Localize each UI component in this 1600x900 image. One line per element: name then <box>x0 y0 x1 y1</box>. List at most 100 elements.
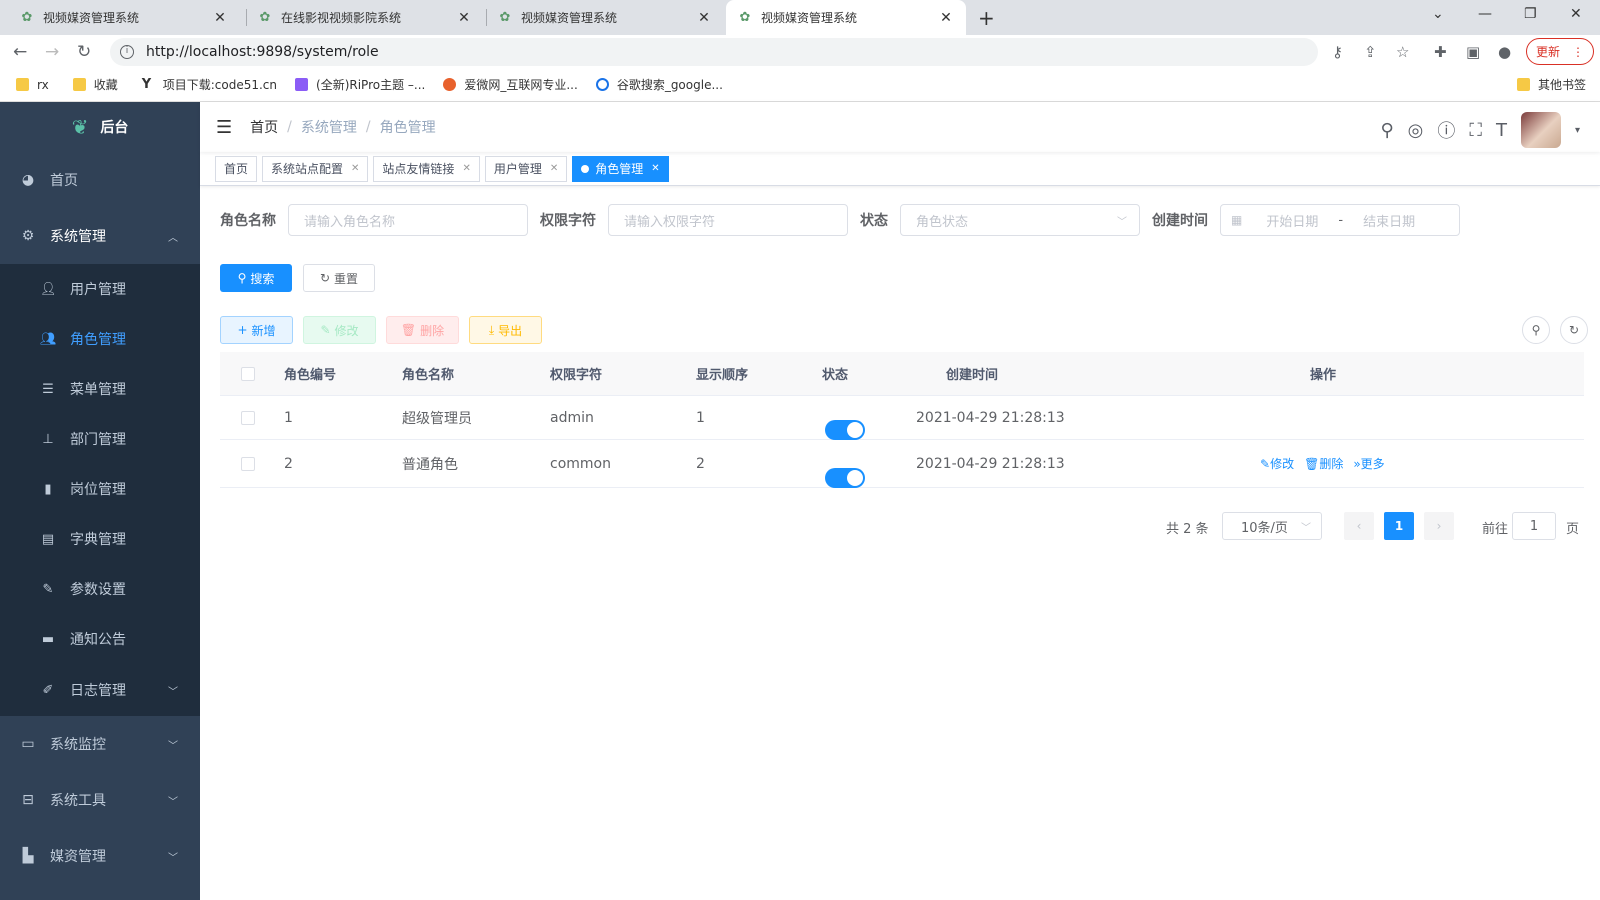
row-delete-link[interactable]: 🗑︎删除 <box>1304 455 1343 472</box>
status-switch[interactable] <box>825 467 865 488</box>
window-close-icon[interactable]: ✕ <box>1570 6 1582 22</box>
star-icon[interactable]: ☆ <box>1396 43 1409 61</box>
sidepanel-icon[interactable]: ▣ <box>1466 43 1480 61</box>
sidebar-item-config[interactable]: ✎ 参数设置 <box>0 564 200 614</box>
close-icon[interactable]: ✕ <box>938 10 954 26</box>
tab-search-icon[interactable]: ⌄ <box>1432 6 1444 22</box>
start-date-placeholder[interactable]: 开始日期 <box>1266 211 1318 230</box>
sidebar-item-menus[interactable]: ☰ 菜单管理 <box>0 364 200 414</box>
github-icon[interactable]: ◎ <box>1408 120 1424 141</box>
url-field[interactable]: i http://localhost:9898/system/role <box>110 38 1318 66</box>
forward-icon[interactable]: → <box>45 42 59 62</box>
browser-tab-active[interactable]: ✿ 视频媒资管理系统 ✕ <box>726 0 966 35</box>
prev-page-button[interactable]: ‹ <box>1344 512 1374 540</box>
caret-down-icon[interactable]: ▾ <box>1575 125 1580 136</box>
perm-input[interactable]: 请输入权限字符 <box>608 204 848 236</box>
update-button[interactable]: 更新 ⋮ <box>1526 38 1594 65</box>
row-more-link[interactable]: »更多 <box>1353 455 1384 472</box>
browser-tab[interactable]: ✿ 在线影视视频影院系统 ✕ <box>246 0 484 35</box>
chevron-down-icon: ﹀ <box>1301 522 1311 534</box>
close-icon[interactable]: ✕ <box>212 10 228 26</box>
minimize-icon[interactable]: — <box>1478 6 1492 22</box>
add-button[interactable]: + 新增 <box>220 316 293 344</box>
row-edit-link[interactable]: ✎修改 <box>1260 455 1294 472</box>
next-page-button[interactable]: › <box>1424 512 1454 540</box>
restore-icon[interactable]: ❐ <box>1524 6 1537 22</box>
edit-button[interactable]: ✎ 修改 <box>303 316 376 344</box>
sidebar-item-monitor[interactable]: ▭ 系统监控 ﹀ <box>0 716 200 772</box>
sidebar-item-notice[interactable]: ▬ 通知公告 <box>0 614 200 664</box>
close-icon[interactable]: ✕ <box>462 163 470 174</box>
tag-site-config[interactable]: 系统站点配置 ✕ <box>262 155 369 182</box>
key-icon[interactable]: ⚷ <box>1332 43 1343 61</box>
hamburger-icon[interactable]: ☰ <box>216 117 232 138</box>
status-switch[interactable] <box>825 419 865 440</box>
browser-tab-title: 在线影视视频影院系统 <box>281 11 402 25</box>
status-select[interactable]: 角色状态 ﹀ <box>900 204 1140 236</box>
select-all-checkbox[interactable] <box>241 367 255 381</box>
tag-site-links[interactable]: 站点友情链接 ✕ <box>373 155 480 182</box>
date-range-picker[interactable]: ▦ 开始日期 - 结束日期 <box>1220 204 1460 236</box>
bookmark-item[interactable]: 爱微网_互联网专业... <box>443 76 578 93</box>
search-icon[interactable]: ⚲ <box>1380 120 1393 141</box>
sidebar-item-media[interactable]: ▙ 媒资管理 ﹀ <box>0 828 200 884</box>
delete-button[interactable]: 🗑︎ 删除 <box>386 316 459 344</box>
close-icon[interactable]: ✕ <box>351 163 359 174</box>
profile-icon[interactable]: ● <box>1498 43 1511 61</box>
column-header: 权限字符 <box>550 368 603 383</box>
new-tab-icon[interactable]: + <box>978 6 995 30</box>
tag-users[interactable]: 用户管理 ✕ <box>484 155 568 182</box>
close-icon[interactable]: ✕ <box>550 163 558 174</box>
role-name-input[interactable]: 请输入角色名称 <box>288 204 528 236</box>
avatar[interactable] <box>1520 112 1561 148</box>
bookmark-item[interactable]: (全新)RiPro主题 –... <box>295 76 425 93</box>
fullscreen-icon[interactable]: ⛶ <box>1469 120 1482 141</box>
reset-button[interactable]: ↻ 重置 <box>303 264 375 292</box>
sidebar-item-posts[interactable]: ▮ 岗位管理 <box>0 464 200 514</box>
back-icon[interactable]: ← <box>13 42 27 62</box>
share-icon[interactable]: ⇪ <box>1364 43 1377 61</box>
end-date-placeholder[interactable]: 结束日期 <box>1363 211 1415 230</box>
logo-title: 后台 <box>100 120 129 136</box>
sidebar-item-users[interactable]: 👤︎ 用户管理 <box>0 264 200 314</box>
bookmark-item[interactable]: rx <box>16 78 49 92</box>
tag-home[interactable]: 首页 <box>215 155 258 182</box>
row-checkbox[interactable] <box>241 457 255 471</box>
page-number-current[interactable]: 1 <box>1384 512 1414 540</box>
browser-tab[interactable]: ✿ 视频媒资管理系统 ✕ <box>8 0 240 35</box>
page-size-select[interactable]: 10条/页 ﹀ <box>1222 512 1322 540</box>
sidebar-item-tools[interactable]: ⊟ 系统工具 ﹀ <box>0 772 200 828</box>
bookmark-item[interactable]: 收藏 <box>72 76 118 93</box>
info-icon[interactable]: i <box>120 45 134 59</box>
help-icon[interactable]: ⓘ <box>1437 117 1455 143</box>
goto-page-input[interactable]: 1 <box>1512 512 1556 540</box>
bookmark-item[interactable]: Y 项目下载:code51.cn <box>142 76 277 93</box>
export-button[interactable]: ⤓ 导出 <box>469 316 542 344</box>
kebab-menu-icon[interactable]: ⋮ <box>1572 45 1584 59</box>
sidebar-item-system[interactable]: ⚙ 系统管理 ︿ <box>0 208 200 264</box>
other-bookmarks[interactable]: 其他书签 <box>1516 76 1586 93</box>
search-button[interactable]: ⚲ 搜索 <box>220 264 292 292</box>
sidebar-item-logs[interactable]: ✐ 日志管理 ﹀ <box>0 664 200 716</box>
sidebar-item-roles[interactable]: 👥︎ 角色管理 <box>0 314 200 364</box>
close-icon[interactable]: ✕ <box>456 10 472 26</box>
tag-roles[interactable]: 角色管理 ✕ <box>572 155 669 182</box>
extensions-icon[interactable]: ✚ <box>1434 43 1447 61</box>
bookmark-item[interactable]: 谷歌搜索_google... <box>595 76 723 93</box>
refresh-button[interactable]: ↻ <box>1560 316 1588 344</box>
font-size-icon[interactable]: T <box>1496 120 1507 141</box>
close-icon[interactable]: ✕ <box>696 10 712 26</box>
sidebar-item-depts[interactable]: ⊥ 部门管理 <box>0 414 200 464</box>
sidebar-item-dict[interactable]: ▤ 字典管理 <box>0 514 200 564</box>
reload-icon[interactable]: ↻ <box>77 42 91 62</box>
browser-tab[interactable]: ✿ 视频媒资管理系统 ✕ <box>486 0 724 35</box>
row-checkbox[interactable] <box>241 411 255 425</box>
sidebar-logo[interactable]: ❦ 后台 <box>0 102 200 152</box>
close-icon[interactable]: ✕ <box>651 163 659 174</box>
breadcrumb-item[interactable]: 首页 <box>250 117 278 137</box>
toggle-search-button[interactable]: ⚲ <box>1522 316 1550 344</box>
table-row[interactable]: 2 普通角色 common 2 2021-04-29 21:28:13 ✎修改 … <box>220 440 1584 488</box>
table-row[interactable]: 1 超级管理员 admin 1 2021-04-29 21:28:13 <box>220 396 1584 440</box>
media-icon: ▙ <box>22 848 34 864</box>
sidebar-item-home[interactable]: ◕ 首页 <box>0 152 200 208</box>
